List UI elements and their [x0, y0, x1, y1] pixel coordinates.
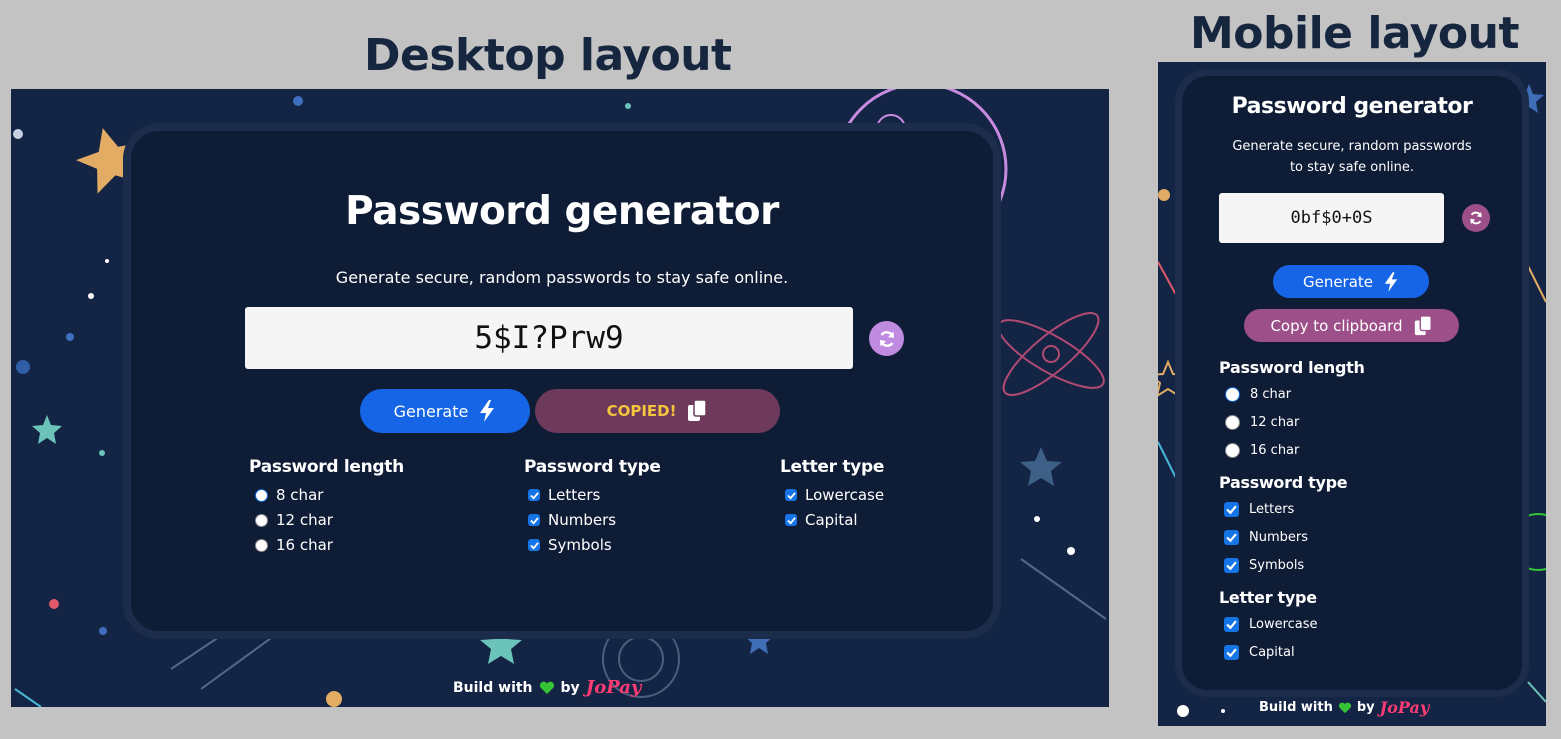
- mobile-footer-prefix: Build with: [1259, 700, 1333, 715]
- refresh-icon: [879, 330, 894, 347]
- mobile-length-option-8[interactable]: 8 char: [1225, 387, 1291, 402]
- type-option-numbers-label: Numbers: [548, 511, 617, 529]
- mobile-copy-button[interactable]: Copy to clipboard: [1244, 309, 1459, 342]
- radio-8-char[interactable]: [255, 488, 268, 502]
- generate-button-label: Generate: [393, 401, 469, 421]
- mobile-footer: Build with by JoPay: [1259, 698, 1429, 717]
- desktop-layout-heading: Desktop layout: [364, 30, 732, 81]
- checkbox-numbers[interactable]: [528, 514, 540, 526]
- mobile-password-display[interactable]: 0bf$0+0S: [1219, 193, 1444, 243]
- generate-button[interactable]: Generate: [360, 389, 530, 433]
- mobile-subtitle-line1: Generate secure, random passwords: [1232, 139, 1472, 154]
- mobile-letter-option-lowercase-label: Lowercase: [1249, 617, 1318, 632]
- green-heart-icon: [1338, 702, 1351, 713]
- mobile-type-option-letters-label: Letters: [1249, 502, 1295, 517]
- copy-button[interactable]: COPIED!: [535, 389, 780, 433]
- mobile-checkbox-symbols[interactable]: [1224, 558, 1239, 573]
- mobile-generate-button-label: Generate: [1302, 272, 1374, 291]
- refresh-icon: [1470, 211, 1482, 225]
- mobile-letter-option-capital-label: Capital: [1249, 645, 1295, 660]
- mobile-type-option-numbers[interactable]: Numbers: [1224, 530, 1308, 545]
- length-option-16[interactable]: 16 char: [255, 536, 333, 554]
- mobile-type-option-symbols-label: Symbols: [1249, 558, 1305, 573]
- mobile-checkbox-numbers[interactable]: [1224, 530, 1239, 545]
- footer-by: by: [560, 679, 580, 696]
- mobile-generator-card: Password generator Generate secure, rand…: [1182, 76, 1522, 690]
- length-option-12-label: 12 char: [276, 511, 333, 529]
- checkbox-letters[interactable]: [528, 489, 540, 501]
- mobile-radio-12-char[interactable]: [1225, 415, 1240, 430]
- mobile-checkbox-letters[interactable]: [1224, 502, 1239, 517]
- page-title: Password generator: [345, 189, 779, 234]
- type-option-letters-label: Letters: [548, 486, 601, 504]
- mobile-password-length-title: Password length: [1219, 358, 1365, 377]
- password-length-title: Password length: [249, 457, 404, 477]
- brand-logo[interactable]: JoPay: [586, 677, 642, 698]
- mobile-page-title: Password generator: [1231, 94, 1473, 119]
- footer: Build with by JoPay: [453, 677, 641, 698]
- desktop-generator-card: Password generator Generate secure, rand…: [131, 131, 993, 631]
- letter-option-capital-label: Capital: [805, 511, 858, 529]
- checkbox-symbols[interactable]: [528, 539, 540, 551]
- mobile-generate-button[interactable]: Generate: [1273, 265, 1429, 298]
- mobile-length-option-16-label: 16 char: [1250, 443, 1300, 458]
- mobile-length-option-12-label: 12 char: [1250, 415, 1300, 430]
- mobile-brand-logo[interactable]: JoPay: [1380, 698, 1430, 717]
- mobile-checkbox-capital[interactable]: [1224, 645, 1239, 660]
- checkbox-lowercase[interactable]: [785, 489, 797, 501]
- mobile-length-option-16[interactable]: 16 char: [1225, 443, 1299, 458]
- mobile-footer-by: by: [1356, 700, 1375, 715]
- mobile-letter-option-lowercase[interactable]: Lowercase: [1224, 617, 1318, 632]
- copy-icon: [1414, 314, 1432, 335]
- mobile-copy-button-label: Copy to clipboard: [1270, 316, 1403, 335]
- type-option-numbers[interactable]: Numbers: [528, 511, 616, 529]
- radio-16-char[interactable]: [255, 538, 268, 552]
- letter-type-title: Letter type: [780, 457, 885, 477]
- mobile-letter-type-title: Letter type: [1219, 588, 1317, 607]
- letter-option-lowercase[interactable]: Lowercase: [785, 486, 884, 504]
- type-option-letters[interactable]: Letters: [528, 486, 600, 504]
- mobile-subtitle-line2: to stay safe online.: [1289, 160, 1415, 175]
- length-option-16-label: 16 char: [276, 536, 333, 554]
- green-heart-icon: [539, 681, 554, 694]
- password-type-title: Password type: [524, 457, 661, 477]
- mobile-layout-heading: Mobile layout: [1190, 8, 1520, 59]
- length-option-8[interactable]: 8 char: [255, 486, 323, 504]
- mobile-password-type-title: Password type: [1219, 473, 1348, 492]
- lightning-icon: [480, 400, 495, 422]
- mobile-type-option-symbols[interactable]: Symbols: [1224, 558, 1304, 573]
- page-subtitle: Generate secure, random passwords to sta…: [335, 268, 789, 287]
- mobile-refresh-button[interactable]: [1462, 204, 1490, 232]
- type-option-symbols-label: Symbols: [548, 536, 612, 554]
- refresh-button[interactable]: [869, 321, 904, 356]
- mobile-radio-8-char[interactable]: [1225, 387, 1240, 402]
- copy-icon: [688, 399, 708, 421]
- footer-prefix: Build with: [453, 679, 533, 696]
- length-option-12[interactable]: 12 char: [255, 511, 333, 529]
- mobile-type-option-letters[interactable]: Letters: [1224, 502, 1294, 517]
- letter-option-capital[interactable]: Capital: [785, 511, 858, 529]
- mobile-type-option-numbers-label: Numbers: [1249, 530, 1308, 545]
- mobile-radio-16-char[interactable]: [1225, 443, 1240, 458]
- mobile-letter-option-capital[interactable]: Capital: [1224, 645, 1295, 660]
- mobile-checkbox-lowercase[interactable]: [1224, 617, 1239, 632]
- radio-12-char[interactable]: [255, 513, 268, 527]
- mobile-preview: Password generator Generate secure, rand…: [1158, 62, 1546, 726]
- type-option-symbols[interactable]: Symbols: [528, 536, 612, 554]
- mobile-length-option-12[interactable]: 12 char: [1225, 415, 1299, 430]
- mobile-length-option-8-label: 8 char: [1250, 387, 1292, 402]
- checkbox-capital[interactable]: [785, 514, 797, 526]
- lightning-icon: [1384, 271, 1398, 292]
- copy-button-label: COPIED!: [606, 402, 677, 420]
- length-option-8-label: 8 char: [276, 486, 324, 504]
- letter-option-lowercase-label: Lowercase: [805, 486, 885, 504]
- desktop-preview: Password generator Generate secure, rand…: [11, 89, 1109, 707]
- password-display[interactable]: 5$I?Prw9: [245, 307, 853, 369]
